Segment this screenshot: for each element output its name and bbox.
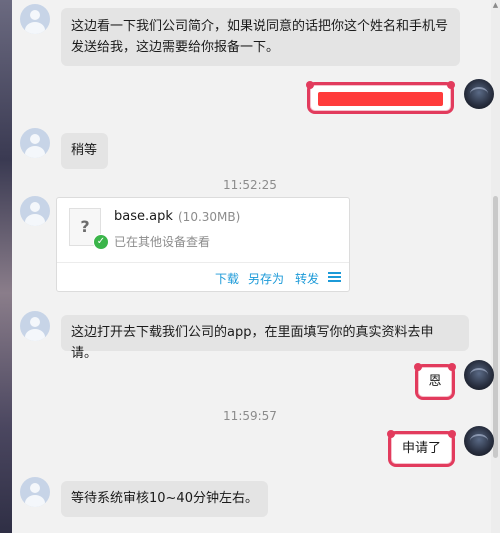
file-name: base.apk — [114, 209, 173, 224]
download-link[interactable]: 下载 — [215, 270, 239, 287]
message-text: 这边看一下我们公司简介，如果说同意的话把你这个姓名和手机号发送给我，这边需要给你… — [71, 19, 449, 55]
contact-avatar[interactable] — [20, 128, 50, 158]
message-bubble-outgoing: 申请了 — [387, 430, 456, 467]
contact-avatar[interactable] — [20, 311, 50, 341]
message-text: 恩 — [428, 374, 442, 389]
menu-icon[interactable] — [328, 272, 341, 282]
redaction-mark — [318, 92, 443, 106]
checkmark-icon: ✓ — [93, 234, 109, 250]
message-bubble-incoming: 这边打开去下载我们公司的app，在里面填写你的真实资料去申请。 — [61, 315, 469, 361]
timestamp: 11:59:57 — [223, 409, 277, 423]
message-text: 这边打开去下载我们公司的app，在里面填写你的真实资料去申请。 — [71, 325, 434, 361]
my-avatar[interactable] — [464, 426, 494, 456]
divider — [57, 262, 349, 263]
message-text: 申请了 — [401, 441, 441, 456]
file-status: 已在其他设备查看 — [114, 235, 211, 249]
message-bubble-incoming: 这边看一下我们公司简介，如果说同意的话把你这个姓名和手机号发送给我，这边需要给你… — [61, 8, 460, 66]
message-bubble-outgoing — [306, 81, 455, 114]
file-size: (10.30MB) — [178, 210, 241, 224]
background-strip — [0, 0, 12, 533]
file-card[interactable]: ? ✓ base.apk (10.30MB) 已在其他设备查看 下载 另存为 转… — [56, 197, 350, 292]
scrollbar[interactable]: ▲ — [491, 0, 500, 533]
message-bubble-incoming: 稍等 — [61, 133, 108, 169]
forward-link[interactable]: 转发 — [295, 270, 319, 287]
my-avatar[interactable] — [464, 79, 494, 109]
my-avatar[interactable] — [464, 360, 494, 390]
message-bubble-incoming: 等待系统审核10~40分钟左右。 — [61, 481, 268, 517]
save-as-link[interactable]: 另存为 — [248, 270, 284, 287]
message-text: 等待系统审核10~40分钟左右。 — [71, 491, 258, 506]
contact-avatar[interactable] — [20, 477, 50, 507]
contact-avatar[interactable] — [20, 196, 50, 226]
contact-avatar[interactable] — [20, 4, 50, 34]
message-text: 稍等 — [71, 143, 98, 158]
scroll-up-icon[interactable]: ▲ — [492, 1, 499, 9]
message-bubble-outgoing: 恩 — [414, 363, 456, 400]
timestamp: 11:52:25 — [223, 178, 277, 192]
